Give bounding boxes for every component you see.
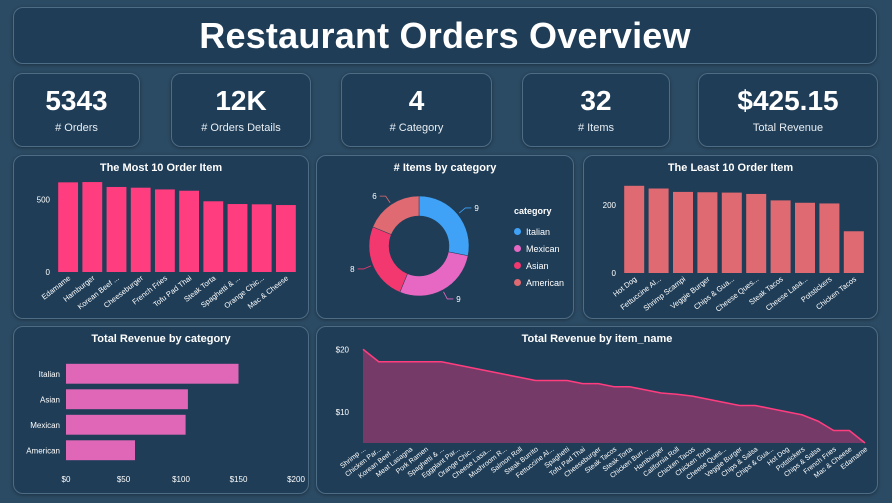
bar[interactable] bbox=[843, 231, 864, 273]
bar[interactable] bbox=[66, 389, 188, 410]
legend-item-american[interactable]: American bbox=[514, 274, 564, 291]
legend-label: Italian bbox=[526, 226, 551, 237]
y-tick-label: Mexican bbox=[30, 421, 60, 430]
x-tick-label: $0 bbox=[62, 475, 71, 484]
x-tick-label: $150 bbox=[230, 475, 248, 484]
legend-label: American bbox=[526, 277, 565, 288]
slice-data-label: 9 bbox=[474, 204, 479, 213]
x-tick-label: $100 bbox=[172, 475, 190, 484]
chart-title: The Most 10 Order Item bbox=[99, 162, 223, 174]
slice-data-label: 6 bbox=[372, 192, 377, 201]
chart-title: The Least 10 Order Item bbox=[667, 162, 794, 174]
legend-dot-icon bbox=[514, 279, 521, 286]
bar[interactable] bbox=[106, 186, 127, 272]
chart-revenue-by-item[interactable]: Total Revenue by item_name $20 $10 Shrimp … bbox=[316, 326, 878, 494]
bar[interactable] bbox=[58, 182, 79, 272]
kpi-value: 4 bbox=[408, 85, 425, 116]
y-tick-label: 500 bbox=[37, 196, 51, 205]
slice-data-label: 9 bbox=[456, 295, 461, 304]
page-title: Restaurant Orders Overview bbox=[199, 14, 691, 56]
y-tick-label: 200 bbox=[603, 201, 617, 210]
donut-slice[interactable] bbox=[368, 226, 408, 293]
bar[interactable] bbox=[697, 192, 718, 273]
chart-revenue-by-category[interactable]: Total Revenue by category Italian Asian Me… bbox=[13, 326, 309, 494]
donut-slice[interactable] bbox=[399, 251, 469, 297]
kpi-card-items[interactable]: 32 # Items bbox=[522, 73, 670, 147]
kpi-value: 32 bbox=[580, 85, 612, 116]
least-ordered-bar-chart[interactable]: 0200Hot DogFettuccine Al...Shrimp Scampi… bbox=[584, 156, 878, 319]
bar[interactable] bbox=[82, 182, 103, 272]
slice-leader-line bbox=[458, 207, 472, 214]
donut-slice[interactable] bbox=[418, 195, 470, 257]
y-tick-label: 0 bbox=[612, 269, 617, 278]
legend-dot-icon bbox=[514, 245, 521, 252]
slice-leader-line bbox=[379, 195, 391, 203]
y-tick-label: 0 bbox=[46, 268, 51, 277]
revenue-category-bar-chart[interactable]: Italian Asian Mexican American $0 $50 $100 $150… bbox=[14, 327, 309, 494]
area-fill bbox=[363, 349, 865, 443]
kpi-card-category[interactable]: 4 # Category bbox=[341, 73, 492, 147]
bar[interactable] bbox=[275, 205, 296, 272]
most-ordered-bar-chart[interactable]: 0500EdamameHamburgerKorean Beef ...Chees… bbox=[14, 156, 309, 319]
bar[interactable] bbox=[624, 185, 645, 273]
y-tick-label: Asian bbox=[40, 395, 60, 404]
title-panel: Restaurant Orders Overview bbox=[13, 7, 877, 64]
kpi-label: # Category bbox=[389, 122, 444, 134]
y-tick-label: Italian bbox=[39, 370, 60, 379]
kpi-value: 12K bbox=[215, 85, 267, 116]
kpi-label: # Orders Details bbox=[201, 122, 281, 134]
kpi-label: # Items bbox=[577, 122, 615, 134]
bar[interactable] bbox=[66, 414, 186, 435]
bar[interactable] bbox=[721, 192, 742, 273]
slice-data-label: 8 bbox=[350, 265, 355, 274]
chart-most-ordered-items[interactable]: The Most 10 Order Item 0 500 Edamame Hambur… bbox=[13, 155, 309, 319]
bar[interactable] bbox=[770, 200, 791, 273]
legend-label: Asian bbox=[526, 260, 549, 271]
legend-item-italian[interactable]: Italian bbox=[514, 223, 564, 240]
legend-dot-icon bbox=[514, 262, 521, 269]
bar[interactable] bbox=[672, 191, 694, 273]
kpi-label: Total Revenue bbox=[752, 122, 824, 134]
kpi-card-orders-details[interactable]: 12K # Orders Details bbox=[171, 73, 311, 147]
bar[interactable] bbox=[794, 202, 816, 273]
chart-title: Total Revenue by category bbox=[91, 333, 231, 345]
bar[interactable] bbox=[130, 187, 151, 272]
bar[interactable] bbox=[66, 363, 239, 384]
bar[interactable] bbox=[648, 188, 669, 273]
kpi-card-total-revenue[interactable]: $425.15 Total Revenue bbox=[698, 73, 878, 147]
slice-leader-line bbox=[443, 291, 454, 300]
x-tick-label: $50 bbox=[117, 475, 131, 484]
bar[interactable] bbox=[251, 204, 272, 272]
x-tick-label: $200 bbox=[287, 475, 305, 484]
kpi-label: # Orders bbox=[55, 122, 98, 134]
donut-legend: category Italian Mexican Asian American bbox=[514, 206, 564, 291]
bar[interactable] bbox=[746, 193, 767, 273]
kpi-value: $425.15 bbox=[737, 85, 839, 116]
legend-label: Mexican bbox=[526, 243, 560, 254]
bar[interactable] bbox=[66, 440, 135, 461]
bar[interactable] bbox=[227, 204, 248, 272]
y-tick-label: American bbox=[26, 446, 60, 455]
chart-title: Total Revenue by item_name bbox=[521, 333, 673, 345]
legend-title: category bbox=[514, 206, 552, 216]
bar[interactable] bbox=[203, 201, 224, 272]
legend-item-asian[interactable]: Asian bbox=[514, 257, 564, 274]
legend-dot-icon bbox=[514, 228, 521, 235]
y-tick-label: $20 bbox=[336, 345, 350, 354]
chart-least-ordered-items[interactable]: The Least 10 Order Item 0 200 Hot Dog Fettu… bbox=[583, 155, 878, 319]
chart-title: # Items by category bbox=[393, 162, 497, 174]
chart-items-by-category[interactable]: # Items by category 9 9 8 6 category Italia… bbox=[316, 155, 574, 319]
kpi-card-orders[interactable]: 5343 # Orders bbox=[13, 73, 140, 147]
legend-item-mexican[interactable]: Mexican bbox=[514, 240, 564, 257]
donut-slice[interactable] bbox=[372, 195, 420, 235]
bar[interactable] bbox=[819, 203, 840, 273]
y-tick-label: $10 bbox=[336, 408, 350, 417]
kpi-value: 5343 bbox=[45, 85, 108, 116]
bar[interactable] bbox=[179, 190, 200, 272]
revenue-item-area-chart[interactable]: $20$10Shrimp ...Chicken Par...Korean Bee… bbox=[317, 327, 878, 494]
bar[interactable] bbox=[154, 189, 175, 272]
slice-leader-line bbox=[357, 265, 372, 270]
